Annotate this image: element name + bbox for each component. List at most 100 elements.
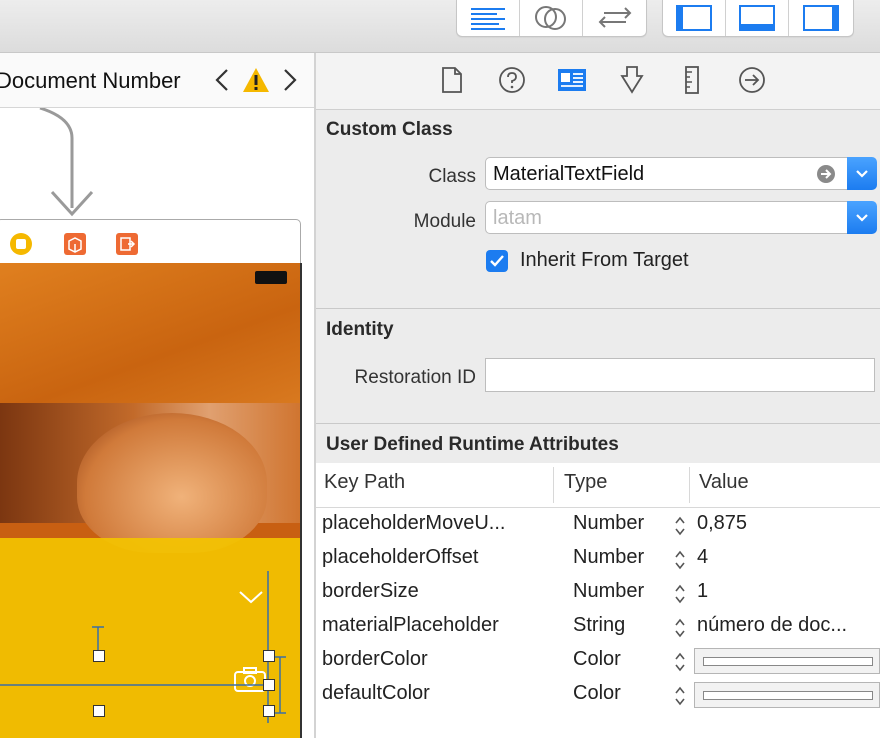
photo-face <box>77 413 267 553</box>
identity-inspector: Custom Class Class MaterialTextField Mod… <box>316 53 880 738</box>
editor-mode-control <box>456 0 647 37</box>
checkmark-icon <box>490 255 504 267</box>
class-dropdown-button[interactable] <box>847 157 877 190</box>
type-cell[interactable]: Number <box>573 580 644 603</box>
section-divider <box>316 423 880 424</box>
utilities-panel-icon <box>802 5 839 31</box>
exit-icon[interactable] <box>115 232 139 256</box>
attributes-icon <box>620 66 644 94</box>
key-path-cell[interactable]: materialPlaceholder <box>322 614 499 637</box>
chevron-down-icon <box>856 169 868 178</box>
utilities-toggle-button[interactable] <box>789 0 852 36</box>
table-row[interactable]: placeholderMoveU... Number 0,875 <box>316 508 880 542</box>
view-controller-icon[interactable] <box>9 232 33 256</box>
storyboard-canvas[interactable]: Document Number <box>0 53 314 738</box>
custom-class-title: Custom Class <box>326 119 453 140</box>
version-editor-icon <box>598 7 631 28</box>
tab-identity-inspector[interactable] <box>557 65 587 95</box>
identity-card-icon <box>558 69 586 91</box>
key-path-cell[interactable]: borderSize <box>322 580 419 603</box>
type-cell[interactable]: String <box>573 614 625 637</box>
tab-quick-help[interactable] <box>497 65 527 95</box>
column-header-type[interactable]: Type <box>564 471 607 494</box>
tab-file-inspector[interactable] <box>437 65 467 95</box>
column-header-value[interactable]: Value <box>699 471 749 494</box>
standard-editor-button[interactable] <box>457 0 520 36</box>
type-cell[interactable]: Color <box>573 648 621 671</box>
chevron-down-icon <box>856 213 868 222</box>
resize-handle[interactable] <box>263 705 275 717</box>
table-row[interactable]: defaultColor Color <box>316 678 880 712</box>
resize-handle[interactable] <box>263 650 275 662</box>
type-cell[interactable]: Number <box>573 512 644 535</box>
umbrella-image <box>0 263 300 408</box>
tab-connections-inspector[interactable] <box>737 65 767 95</box>
stepper-icon[interactable] <box>673 685 687 707</box>
column-divider <box>553 467 554 503</box>
color-swatch <box>703 691 873 700</box>
assistant-editor-button[interactable] <box>520 0 583 36</box>
toolbar <box>0 0 880 53</box>
stepper-icon[interactable] <box>673 583 687 605</box>
chevron-left-icon[interactable] <box>214 68 230 92</box>
stepper-icon[interactable] <box>673 651 687 673</box>
value-cell[interactable]: 0,875 <box>697 512 747 535</box>
runtime-attributes-table: Key Path Type Value placeholderMoveU... … <box>316 463 880 738</box>
key-path-cell[interactable]: placeholderMoveU... <box>322 512 505 535</box>
value-cell[interactable]: 4 <box>697 546 708 569</box>
stepper-icon[interactable] <box>673 549 687 571</box>
table-row[interactable]: borderColor Color <box>316 644 880 678</box>
column-header-key-path[interactable]: Key Path <box>324 471 405 494</box>
jump-bar: Document Number <box>0 53 314 108</box>
resize-handle[interactable] <box>93 705 105 717</box>
tab-size-inspector[interactable] <box>677 65 707 95</box>
inspector-tab-bar <box>316 53 880 110</box>
table-row[interactable]: materialPlaceholder String número de doc… <box>316 610 880 644</box>
table-row[interactable]: borderSize Number 1 <box>316 576 880 610</box>
module-dropdown-button[interactable] <box>847 201 877 234</box>
stepper-icon[interactable] <box>673 617 687 639</box>
identity-title: Identity <box>326 319 394 340</box>
runtime-attributes-title: User Defined Runtime Attributes <box>326 434 619 455</box>
inherit-label[interactable]: Inherit From Target <box>520 249 689 272</box>
go-to-class-arrow-icon[interactable] <box>816 164 836 184</box>
class-field[interactable]: MaterialTextField <box>485 157 849 190</box>
class-label: Class <box>428 166 476 187</box>
first-responder-icon[interactable] <box>63 232 87 256</box>
chevron-right-icon[interactable] <box>282 68 298 92</box>
restoration-id-field[interactable] <box>485 358 875 392</box>
battery-icon <box>255 271 287 284</box>
entry-point-arrow-icon <box>39 108 94 217</box>
connections-arrow-icon <box>739 67 765 93</box>
section-divider <box>316 308 880 309</box>
file-icon <box>442 67 462 93</box>
debug-panel-icon <box>739 5 775 31</box>
key-path-cell[interactable]: defaultColor <box>322 682 430 705</box>
navigator-toggle-button[interactable] <box>663 0 726 36</box>
scene-dock <box>0 219 301 265</box>
resize-handle[interactable] <box>93 650 105 662</box>
column-divider <box>689 467 690 503</box>
key-path-cell[interactable]: borderColor <box>322 648 428 671</box>
version-editor-button[interactable] <box>583 0 646 36</box>
type-cell[interactable]: Number <box>573 546 644 569</box>
inherit-checkbox[interactable] <box>486 250 508 272</box>
border-color-well[interactable] <box>694 648 880 674</box>
debug-area-toggle-button[interactable] <box>726 0 789 36</box>
class-value: MaterialTextField <box>493 163 645 185</box>
tab-attributes-inspector[interactable] <box>617 65 647 95</box>
default-color-well[interactable] <box>694 682 880 708</box>
warning-icon[interactable] <box>241 66 271 94</box>
help-icon <box>499 67 525 93</box>
key-path-cell[interactable]: placeholderOffset <box>322 546 478 569</box>
module-field[interactable]: latam <box>485 201 849 234</box>
type-cell[interactable]: Color <box>573 682 621 705</box>
value-cell[interactable]: número de doc... <box>697 614 847 637</box>
resize-handle[interactable] <box>263 679 275 691</box>
module-label: Module <box>413 211 476 232</box>
color-swatch <box>703 657 873 666</box>
table-row[interactable]: placeholderOffset Number 4 <box>316 542 880 576</box>
scene-title[interactable]: Document Number <box>0 68 181 94</box>
value-cell[interactable]: 1 <box>697 580 708 603</box>
stepper-icon[interactable] <box>673 515 687 537</box>
